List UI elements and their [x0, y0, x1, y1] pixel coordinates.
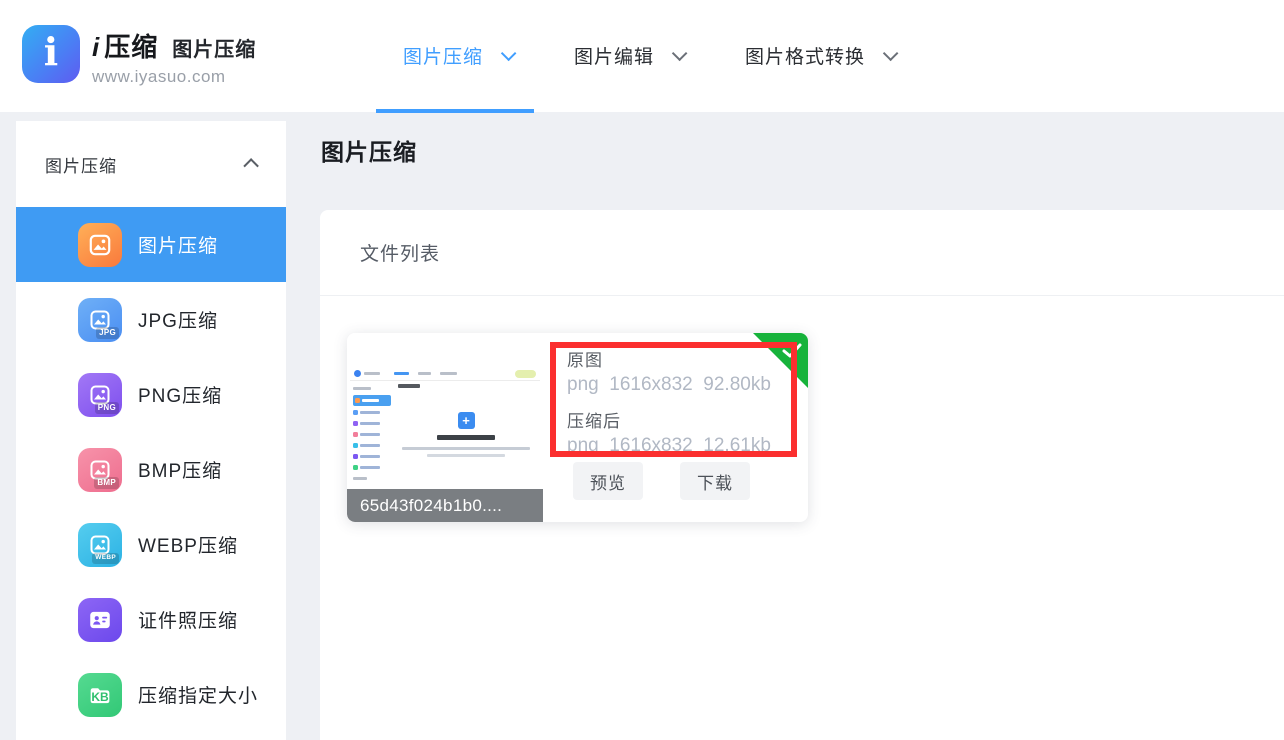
panel-title: 文件列表 — [360, 239, 440, 266]
sidebar-item-jpg-compress[interactable]: JPG JPG压缩 — [16, 282, 286, 357]
download-button[interactable]: 下载 — [680, 462, 750, 500]
file-name-bar: 65d43f024b1b0.... — [347, 489, 543, 522]
sidebar: 图片压缩 图片压缩 JPG JPG压缩 PNG PNG压缩 — [16, 121, 286, 740]
thumb-mini-body: + — [350, 381, 540, 487]
sidebar-item-id-photo-compress[interactable]: 证件照压缩 — [16, 582, 286, 657]
png-compress-icon: PNG — [78, 373, 122, 417]
chevron-down-icon — [672, 45, 688, 61]
format-badge: JPG — [96, 327, 119, 339]
logo-text: i 压缩 图片压缩 www.iyasuo.com — [92, 25, 256, 87]
thumb-upload-text-blip — [437, 435, 495, 440]
sidebar-item-label: BMP压缩 — [138, 456, 222, 483]
original-info: png 1616x832 92.80kb — [567, 374, 771, 396]
bmp-compress-icon: BMP — [78, 448, 122, 492]
thumb-text-line — [402, 447, 530, 450]
thumb-text-line — [427, 454, 505, 457]
thumb-mini-sidebar — [350, 381, 394, 487]
website-url: www.iyasuo.com — [92, 67, 256, 87]
sidebar-item-bmp-compress[interactable]: BMP BMP压缩 — [16, 432, 286, 507]
main-nav: 图片压缩 图片编辑 图片格式转换 — [403, 0, 956, 110]
thumb-plus-button: + — [458, 412, 475, 429]
chevron-down-icon — [501, 45, 517, 61]
logo-i-icon: i — [22, 25, 80, 83]
nav-item-image-edit[interactable]: 图片编辑 — [574, 42, 683, 69]
brand-prefix: i — [92, 32, 99, 63]
top-header: i i 压缩 图片压缩 www.iyasuo.com 图片压缩 图片编辑 — [0, 0, 1284, 113]
thumb-row — [353, 430, 391, 439]
file-actions: 预览 下载 — [573, 462, 750, 500]
thumb-title-blip — [398, 384, 420, 388]
compressed-label: 压缩后 — [567, 407, 771, 432]
format-badge: WEBP — [92, 553, 119, 564]
sidebar-item-png-compress[interactable]: PNG PNG压缩 — [16, 357, 286, 432]
sidebar-item-target-size-compress[interactable]: KB 压缩指定大小 — [16, 657, 286, 732]
thumb-mini-main: + — [394, 381, 540, 487]
sidebar-group-toggle[interactable]: 图片压缩 — [16, 121, 286, 207]
page-title: 图片压缩 — [321, 133, 417, 167]
sidebar-item-label: 压缩指定大小 — [138, 681, 258, 708]
thumb-row — [353, 474, 391, 483]
sidebar-item-label: 证件照压缩 — [138, 606, 238, 633]
thumb-blip — [418, 372, 431, 375]
thumb-row — [353, 463, 391, 472]
nav-label: 图片编辑 — [574, 42, 654, 69]
thumb-row — [353, 408, 391, 417]
thumb-row — [353, 452, 391, 461]
chevron-down-icon — [883, 45, 899, 61]
format-badge: BMP — [94, 477, 119, 489]
format-badge: PNG — [95, 402, 119, 414]
file-thumbnail[interactable]: + 65d43f024b1b0.... — [347, 333, 543, 522]
brand-name: 压缩 — [104, 27, 158, 64]
thumb-logo-dot — [354, 370, 361, 377]
logo-letter: i — [44, 33, 58, 71]
nav-label: 图片压缩 — [403, 42, 483, 69]
site-logo[interactable]: i i 压缩 图片压缩 www.iyasuo.com — [22, 25, 256, 87]
thumb-row — [353, 441, 391, 450]
sidebar-item-webp-compress[interactable]: WEBP WEBP压缩 — [16, 507, 286, 582]
file-card: + 65d43f024b1b0.... 原图 png 1616x832 92.8… — [347, 333, 808, 522]
brand-subtitle: 图片压缩 — [172, 33, 256, 62]
app-viewport: i i 压缩 图片压缩 www.iyasuo.com 图片压缩 图片编辑 — [0, 0, 1284, 740]
thumbnail-mini-screenshot: + — [350, 367, 540, 488]
compressed-info: png 1616x832 12.61kb — [567, 435, 771, 457]
sidebar-item-label: JPG压缩 — [138, 306, 218, 333]
thumb-row-active — [353, 395, 391, 406]
brand-line: i 压缩 图片压缩 — [92, 27, 256, 64]
nav-label: 图片格式转换 — [745, 42, 865, 69]
original-label: 原图 — [567, 346, 771, 371]
preview-button[interactable]: 预览 — [573, 462, 643, 500]
kb-size-icon: KB — [78, 673, 122, 717]
check-icon — [781, 342, 803, 360]
kb-label: KB — [78, 673, 122, 717]
nav-item-image-compress[interactable]: 图片压缩 — [403, 42, 512, 69]
file-list-panel: 文件列表 — [320, 210, 1284, 740]
thumb-row — [353, 384, 391, 393]
jpg-compress-icon: JPG — [78, 298, 122, 342]
nav-item-format-convert[interactable]: 图片格式转换 — [745, 42, 894, 69]
image-compress-icon — [78, 223, 122, 267]
id-photo-icon — [78, 598, 122, 642]
thumb-mini-header — [350, 367, 540, 381]
sidebar-item-label: PNG压缩 — [138, 381, 222, 408]
thumb-button-pill — [515, 370, 536, 378]
active-nav-underline — [376, 109, 534, 113]
thumb-nav-active-blip — [394, 372, 409, 375]
webp-compress-icon: WEBP — [78, 523, 122, 567]
file-info: 原图 png 1616x832 92.80kb 压缩后 png 1616x832… — [567, 346, 771, 468]
file-name: 65d43f024b1b0.... — [360, 496, 502, 516]
thumb-row — [353, 419, 391, 428]
sidebar-item-label: WEBP压缩 — [138, 531, 238, 558]
sidebar-item-label: 图片压缩 — [138, 231, 218, 258]
sidebar-item-image-compress[interactable]: 图片压缩 — [16, 207, 286, 282]
thumb-blip — [364, 372, 380, 375]
panel-header: 文件列表 — [320, 210, 1284, 296]
sidebar-group-title: 图片压缩 — [45, 152, 247, 177]
thumb-blip — [440, 372, 457, 375]
